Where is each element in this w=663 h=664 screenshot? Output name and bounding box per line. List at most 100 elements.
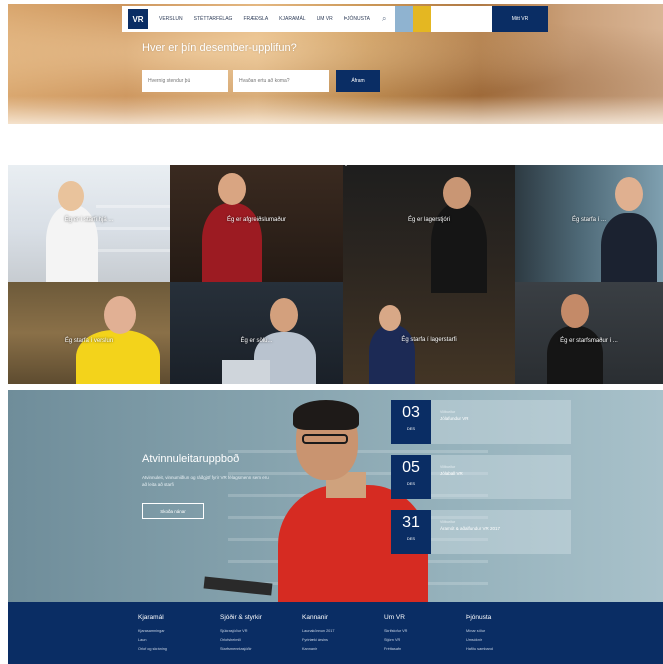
nav-blue-button[interactable] — [394, 6, 413, 32]
footer-link[interactable]: Fyrirtæki ársins — [302, 636, 335, 645]
event-name: Jólafundur VR — [440, 416, 469, 421]
event-kind: Viðburður — [440, 465, 456, 469]
nav-item-3[interactable]: FRÆÐSLA — [243, 16, 268, 22]
person-figure — [547, 326, 603, 384]
footer-column: Kannanir Launakönnun 2017 Fyrirtæki ársi… — [302, 614, 335, 654]
member-tile-1[interactable]: Ég er í starfi hjá ... — [8, 165, 170, 282]
footer-link[interactable]: Starfsmenntasjóðir — [220, 645, 262, 654]
promo-title: Atvinnuleitaruppboð — [142, 453, 240, 465]
promo-text: Atvinnuleit, vinnumiðlun og ráðgjöf fyri… — [142, 475, 269, 487]
tile-caption: Ég starfa í ... — [571, 217, 606, 223]
footer-link[interactable]: Orlof og skráning — [138, 645, 167, 654]
footer-link[interactable]: Kannanir — [302, 645, 335, 654]
boy-hair — [293, 400, 359, 430]
person-head — [104, 296, 136, 334]
event-item[interactable]: 31 DES Viðburður Áramót & aðalfundur VR … — [391, 510, 571, 554]
person-head — [561, 294, 589, 328]
person-head — [443, 177, 471, 209]
nav-item-5[interactable]: UM VR — [317, 16, 333, 22]
event-day: 05 — [402, 459, 420, 476]
shelf — [96, 249, 170, 252]
nav-item-1[interactable]: VERSLUN — [159, 16, 183, 22]
member-tile-7[interactable]: Ég er starfsmaður í ... — [515, 282, 663, 384]
event-item[interactable]: 03 DES Viðburður Jólafundur VR — [391, 400, 571, 444]
footer-column: Um VR Skrifstofur VR Stjórn VR Fréttasaf… — [384, 614, 407, 654]
footer-link[interactable]: Sjúkrasjóður VR — [220, 627, 262, 636]
event-kind: Viðburður — [440, 410, 456, 414]
person-head — [58, 181, 84, 211]
member-tile-6[interactable]: Ég er sölu... — [170, 282, 343, 384]
footer-heading: Sjóðir & styrkir — [220, 614, 262, 621]
footer-column: Sjóðir & styrkir Sjúkrasjóður VR Orlofsh… — [220, 614, 262, 654]
member-tile-4[interactable]: Ég starfa í ... — [515, 165, 663, 282]
shelf — [96, 205, 170, 208]
nav-item-2[interactable]: STÉTTARFÉLAG — [194, 16, 233, 22]
hero-submit-button[interactable]: Áfram — [336, 70, 380, 92]
hero-title: Hver er þín desember-upplifun? — [142, 42, 297, 54]
tile-caption: Ég er lagerstjóri — [407, 217, 451, 223]
tile-caption: Ég starfa í verslun — [64, 338, 114, 344]
top-navigation: VR VERSLUN STÉTTARFÉLAG FRÆÐSLA KJARAMÁL… — [122, 6, 548, 32]
my-vr-button[interactable]: Mitt VR — [492, 6, 548, 32]
footer-link[interactable]: Kjarasamningar — [138, 627, 167, 636]
event-month: DES — [406, 536, 416, 541]
footer-link[interactable]: Mínar síður — [466, 627, 493, 636]
section-notch — [338, 158, 354, 166]
event-info: Viðburður Jólaball VR — [431, 455, 571, 499]
footer-heading: Um VR — [384, 614, 405, 621]
event-kind: Viðburður — [440, 520, 456, 524]
person-figure — [601, 213, 657, 282]
event-month: DES — [406, 426, 416, 431]
footer-heading: Þjónusta — [466, 614, 492, 621]
event-info: Viðburður Áramót & aðalfundur VR 2017 — [431, 510, 571, 554]
member-tile-3[interactable]: Ég er lagerstjóri Ég starfa í lagerstarf… — [343, 165, 515, 384]
tile-caption: Ég er afgreiðslumaður — [226, 217, 287, 223]
person-head — [270, 298, 298, 332]
event-name: Jólaball VR — [440, 471, 463, 476]
footer-heading: Kjaramál — [138, 614, 164, 621]
footer-link[interactable]: Fréttasafn — [384, 645, 407, 654]
footer-link[interactable]: Umsóknir — [466, 636, 493, 645]
event-day: 31 — [402, 514, 420, 531]
nav-item-4[interactable]: KJARAMÁL — [279, 16, 305, 22]
promo-button[interactable]: Skoða nánar — [142, 503, 204, 519]
tile-caption: Ég starfa í lagerstarfi — [401, 337, 457, 343]
person-head — [615, 177, 643, 211]
glasses — [302, 434, 348, 444]
footer-link[interactable]: Orlofsheimili — [220, 636, 262, 645]
event-item[interactable]: 05 DES Viðburður Jólaball VR — [391, 455, 571, 499]
hero-input-1[interactable] — [142, 70, 228, 92]
footer-heading: Kannanir — [302, 614, 329, 621]
tile-caption: Ég er sölu... — [240, 338, 273, 344]
footer-link[interactable]: Launakönnun 2017 — [302, 627, 335, 636]
shelf — [96, 227, 170, 230]
hero-form: Áfram — [142, 70, 380, 92]
footer-link[interactable]: Stjórn VR — [384, 636, 407, 645]
footer-column: Kjaramál Kjarasamningar Laun Orlof og sk… — [138, 614, 167, 654]
tile-caption: Ég er í starfi hjá ... — [64, 217, 114, 223]
footer-column: Þjónusta Mínar síður Umsóknir Hafðu samb… — [466, 614, 493, 654]
laptop-image — [222, 360, 270, 384]
nav-item-6[interactable]: ÞJÓNUSTA — [344, 16, 370, 22]
footer-link[interactable]: Laun — [138, 636, 167, 645]
site-footer: Kjaramál Kjarasamningar Laun Orlof og sk… — [8, 602, 663, 664]
member-tile-5[interactable]: Ég starfa í verslun — [8, 282, 170, 384]
vr-logo[interactable]: VR — [128, 9, 148, 29]
event-date: 03 DES — [391, 400, 431, 444]
person-head — [218, 173, 246, 205]
member-grid: Ég er í starfi hjá ... Ég er afgreiðslum… — [8, 165, 663, 384]
member-tile-2[interactable]: Ég er afgreiðslumaður — [170, 165, 343, 282]
person-figure — [202, 203, 262, 282]
event-month: DES — [406, 481, 416, 486]
event-date: 31 DES — [391, 510, 431, 554]
tablet-device — [203, 576, 273, 596]
search-icon[interactable]: ⌕ — [382, 14, 386, 24]
nav-yellow-button[interactable] — [412, 6, 431, 32]
hero-input-2[interactable] — [233, 70, 329, 92]
event-date: 05 DES — [391, 455, 431, 499]
footer-link[interactable]: Skrifstofur VR — [384, 627, 407, 636]
footer-link[interactable]: Hafðu samband — [466, 645, 493, 654]
event-info: Viðburður Jólafundur VR — [431, 400, 571, 444]
tile-caption: Ég er starfsmaður í ... — [560, 338, 618, 344]
person-head — [379, 305, 401, 331]
